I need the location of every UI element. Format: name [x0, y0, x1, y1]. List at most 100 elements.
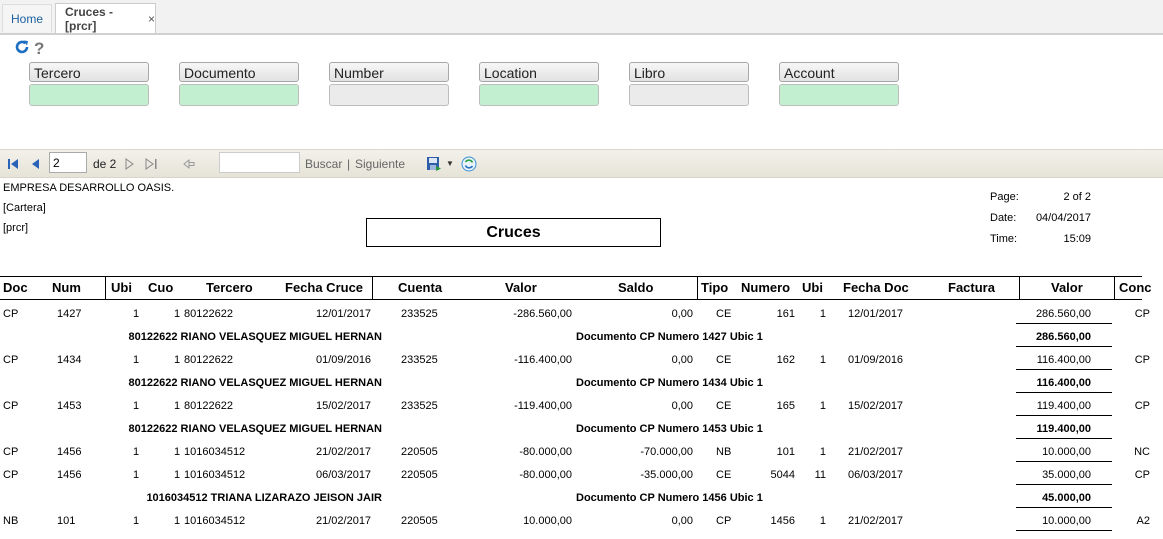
cell-fechadoc: 21/02/2017: [848, 515, 904, 527]
group-name: 1016034512 TRIANA LIZARAZO JEISON JAIR: [146, 492, 382, 504]
cell-fecha: 01/09/2016: [316, 354, 372, 366]
subtotal-rule: [1016, 530, 1112, 531]
form-tools: ?: [14, 40, 44, 58]
cell-cuo: 1: [174, 446, 181, 458]
field-input[interactable]: [779, 84, 899, 106]
cell-tercero: 80122622: [184, 400, 233, 412]
group-document: Documento CP Numero 1427 Ubic 1: [576, 331, 763, 343]
last-page-icon[interactable]: [145, 150, 158, 177]
column-header: Doc: [3, 280, 28, 295]
field-label: Tercero: [29, 62, 149, 82]
column-header: Factura: [948, 280, 995, 295]
cell-cuo: 1: [174, 308, 181, 320]
separator: |: [347, 156, 351, 171]
cell-tipo: NB: [716, 446, 732, 458]
next-page-icon[interactable]: [125, 150, 135, 177]
help-icon[interactable]: ?: [34, 40, 44, 57]
cell-valor2: 10.000,00: [1042, 446, 1091, 458]
cell-numero: 162: [776, 354, 795, 366]
search-input[interactable]: [219, 152, 300, 173]
export-dropdown-icon[interactable]: ▼: [446, 150, 454, 177]
module-name: [Cartera]: [3, 202, 46, 214]
cell-valor2: 116.400,00: [1036, 354, 1091, 366]
field-input[interactable]: [179, 84, 299, 106]
cell-saldo: 0,00: [671, 354, 693, 366]
page-number-input[interactable]: [49, 152, 87, 173]
tab-bar: Home Cruces -[prcr] ×: [0, 0, 1163, 35]
cell-tipo: CP: [716, 515, 732, 527]
first-page-icon[interactable]: [7, 150, 19, 177]
column-header: Fecha Cruce: [285, 280, 364, 295]
cell-cuenta: 233525: [401, 308, 438, 320]
reload-icon[interactable]: [461, 150, 477, 177]
subtotal-rule: [1016, 461, 1112, 462]
column-header: Num: [52, 280, 81, 295]
group-total: 45.000,00: [1042, 492, 1091, 504]
cell-numero: 165: [776, 400, 795, 412]
cell-fecha: 12/01/2017: [316, 308, 372, 320]
cell-valor2: 10.000,00: [1042, 515, 1091, 527]
field-label: Libro: [629, 62, 749, 82]
cell-fecha: 15/02/2017: [316, 400, 372, 412]
field-input[interactable]: [329, 84, 449, 106]
cell-tipo: CE: [716, 308, 732, 320]
cell-tipo: CE: [716, 354, 732, 366]
page-count: de 2: [93, 156, 117, 171]
tab-cruces[interactable]: Cruces -[prcr] ×: [55, 3, 156, 33]
group-total: 286.560,00: [1035, 331, 1091, 343]
column-header: Conc: [1119, 280, 1152, 295]
refresh-icon[interactable]: [14, 39, 30, 60]
column-header: Fecha Doc: [843, 280, 909, 295]
report-title: Cruces: [366, 218, 661, 247]
cell-ubi: 1: [133, 446, 140, 458]
cell-numero: 5044: [770, 469, 795, 481]
cell-fechadoc: 01/09/2016: [848, 354, 904, 366]
subtotal-rule: [1016, 415, 1112, 416]
cell-fechadoc: 12/01/2017: [848, 308, 904, 320]
cell-fechadoc: 15/02/2017: [848, 400, 904, 412]
export-icon[interactable]: [426, 150, 442, 177]
cell-fecha: 21/02/2017: [316, 446, 372, 458]
subtotal-rule: [1016, 369, 1112, 370]
cell-cuenta: 220505: [401, 446, 438, 458]
cell-doc: CP: [3, 469, 19, 481]
siguiente-link[interactable]: Siguiente: [355, 150, 405, 177]
cell-valor: -80.000,00: [519, 469, 572, 481]
back-icon[interactable]: [183, 150, 195, 177]
cell-cuo: 1: [174, 515, 181, 527]
header-divider: [372, 276, 373, 300]
subtotal-rule: [1016, 484, 1112, 485]
prev-page-icon[interactable]: [30, 150, 40, 177]
column-header: Cuo: [148, 280, 174, 295]
cell-cuenta: 233525: [401, 354, 438, 366]
cell-numero: 161: [776, 308, 795, 320]
cell-saldo: 0,00: [671, 515, 693, 527]
report-code: [prcr]: [3, 222, 29, 234]
cell-saldo: -70.000,00: [640, 446, 693, 458]
time-label: Time:: [990, 233, 1018, 245]
cell-conc: CP: [1134, 354, 1150, 366]
group-total: 116.400,00: [1036, 377, 1091, 389]
cell-cuenta: 220505: [401, 469, 438, 481]
field-input[interactable]: [29, 84, 149, 106]
field-input[interactable]: [629, 84, 749, 106]
cell-conc: CP: [1134, 400, 1150, 412]
cell-ubi2: 11: [814, 469, 826, 481]
column-header: Valor: [1051, 280, 1083, 295]
close-icon[interactable]: ×: [148, 12, 155, 26]
field-documento: Documento: [179, 62, 299, 106]
column-header: Ubi: [111, 280, 132, 295]
column-header: Saldo: [618, 280, 654, 295]
group-total-rule: [1016, 346, 1112, 347]
field-input[interactable]: [479, 84, 599, 106]
cell-valor: -80.000,00: [519, 446, 572, 458]
field-account: Account: [779, 62, 899, 106]
subtotal-rule: [1016, 323, 1112, 324]
tab-home[interactable]: Home: [2, 4, 52, 32]
field-tercero: Tercero: [29, 62, 149, 106]
cell-ubi2: 1: [819, 400, 826, 412]
buscar-link[interactable]: Buscar: [305, 150, 342, 177]
group-document: Documento CP Numero 1453 Ubic 1: [576, 423, 763, 435]
field-location: Location: [479, 62, 599, 106]
cell-num: 1453: [57, 400, 82, 412]
